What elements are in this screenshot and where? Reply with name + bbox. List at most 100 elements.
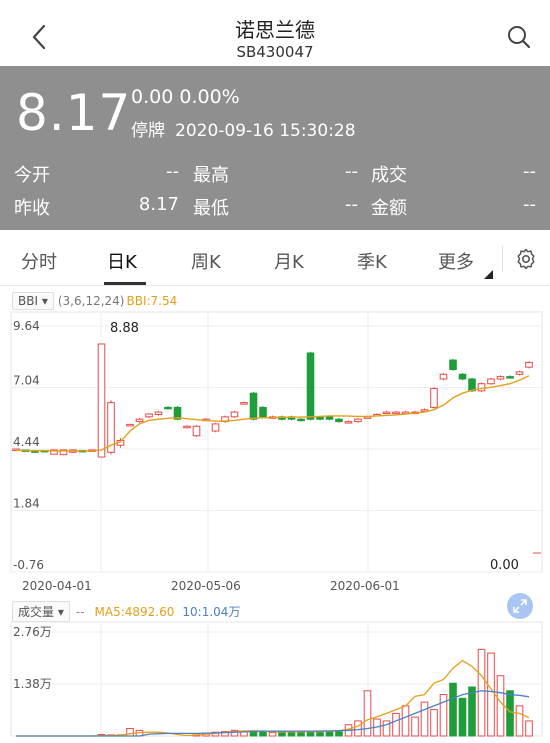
candle-body: [135, 418, 144, 423]
candle-body: [430, 387, 438, 408]
price-axis-label: 7.04: [13, 374, 40, 388]
stat-label: 最低: [193, 198, 229, 219]
price-panel-frame: [10, 311, 543, 573]
candle-body: [439, 373, 448, 380]
active-tab-indicator: [104, 282, 146, 285]
date-axis-label: 2020-04-01: [22, 579, 92, 593]
stat-label: 金额: [371, 198, 407, 219]
candle-body: [145, 413, 153, 418]
volume-bar: [335, 731, 343, 737]
candle-body: [97, 343, 106, 458]
candle-body: [354, 418, 362, 423]
stock-code: SB430047: [236, 43, 314, 61]
stock-detail-screen: 诺思兰德 SB430047 8.17 0.00 0.00% 停牌 2020-09-…: [0, 0, 550, 743]
volume-bar: [268, 732, 277, 737]
k-line-chart[interactable]: 9.64 7.04 4.44 1.84 -0.76 8.88 0.00 2020-04-01 2…: [0, 286, 550, 743]
volume-bar: [401, 705, 410, 737]
candle-body: [344, 421, 353, 424]
quote-panel: 8.17 0.00 0.00% 停牌 2020-09-16 15:30:28 今开…: [0, 66, 550, 230]
volume-bar: [306, 731, 315, 737]
candle-body: [211, 423, 220, 432]
stat-label: 今开: [14, 165, 50, 186]
volume-bar: [287, 732, 296, 737]
volume-bar: [468, 686, 476, 737]
volume-bar: [420, 701, 429, 737]
tab-divider: [502, 246, 503, 272]
status-label: 停牌: [131, 121, 165, 141]
stat-value: --: [523, 194, 536, 215]
volume-bar: [487, 652, 495, 737]
max-price-label: 8.88: [110, 321, 139, 336]
volume-bar: [496, 675, 505, 737]
candle-body: [325, 416, 334, 420]
volume-bar: [430, 709, 438, 737]
gear-icon[interactable]: [514, 247, 538, 271]
volume-bar: [297, 731, 305, 737]
price-axis-label: 9.64: [13, 319, 40, 333]
chart-period-tabs: 分时 日K 周K 月K 季K 更多: [0, 232, 550, 286]
stats-row: 今开 -- 最高 -- 成交 --: [14, 161, 536, 194]
candle-body: [515, 371, 524, 375]
candle-body: [240, 402, 248, 405]
tab-weekly-k[interactable]: 周K: [191, 248, 221, 274]
tab-quarterly-k[interactable]: 季K: [357, 248, 387, 274]
tab-daily-k[interactable]: 日K: [107, 248, 137, 274]
volume-axis-label: 2.76万: [13, 625, 52, 639]
stat-value: --: [345, 161, 358, 182]
change-value: 0.00: [131, 86, 174, 108]
stat-label: 昨收: [14, 198, 50, 219]
tab-intraday[interactable]: 分时: [21, 248, 57, 274]
candle-body: [230, 411, 239, 418]
candle-body: [192, 425, 201, 437]
stat-value: --: [166, 161, 179, 182]
date-axis-label: 2020-06-01: [330, 579, 400, 593]
date-axis-label: 2020-05-06: [171, 579, 241, 593]
candle-body: [468, 378, 476, 392]
stat-label: 最高: [193, 165, 229, 186]
volume-bar: [316, 731, 324, 737]
candle-body: [496, 376, 505, 380]
volume-bar: [392, 712, 400, 737]
candle-body: [449, 359, 457, 371]
stat-value: 8.17: [138, 194, 179, 215]
volume-bar: [126, 727, 134, 737]
volume-bar: [506, 690, 514, 737]
candle-body: [259, 406, 267, 418]
status-datetime: 2020-09-16 15:30:28: [175, 121, 356, 141]
min-price-label: 0.00: [490, 558, 519, 573]
volume-axis-label: 1.38万: [13, 677, 52, 691]
quote-stats: 今开 -- 最高 -- 成交 -- 昨收 8.17 最低 -- 金额 --: [14, 161, 536, 227]
stat-value: --: [345, 194, 358, 215]
candle-body: [487, 378, 495, 385]
tab-monthly-k[interactable]: 月K: [274, 248, 304, 274]
candle-body: [525, 361, 533, 368]
trading-status: 停牌 2020-09-16 15:30:28: [131, 116, 366, 141]
price-axis-label: 4.44: [13, 435, 40, 449]
candle-body: [335, 418, 343, 423]
stats-row: 昨收 8.17 最低 -- 金额 --: [14, 194, 536, 227]
bbi-line: [16, 375, 530, 452]
volume-bar: [525, 720, 533, 737]
candle-body: [183, 425, 191, 429]
more-caret-icon: [484, 270, 493, 279]
stock-name: 诺思兰德: [235, 18, 315, 42]
header: 诺思兰德 SB430047: [0, 0, 550, 66]
candle-body: [154, 411, 163, 415]
candle-body: [392, 411, 400, 415]
volume-bar: [477, 648, 486, 737]
candle-body: [458, 373, 467, 380]
tab-more[interactable]: 更多: [438, 248, 474, 274]
candle-body: [126, 423, 134, 427]
volume-bar: [411, 716, 419, 737]
volume-bar: [325, 730, 334, 737]
candle-body: [477, 383, 486, 392]
candle-body: [506, 376, 514, 379]
volume-bar: [259, 730, 267, 737]
candle-body: [164, 406, 172, 410]
price-axis-label: 1.84: [13, 497, 40, 511]
last-price: 8.17: [16, 84, 132, 142]
candle-body: [382, 411, 391, 415]
price-change: 0.00 0.00%: [131, 86, 240, 108]
volume-bar: [354, 720, 362, 737]
search-icon[interactable]: [506, 24, 532, 50]
